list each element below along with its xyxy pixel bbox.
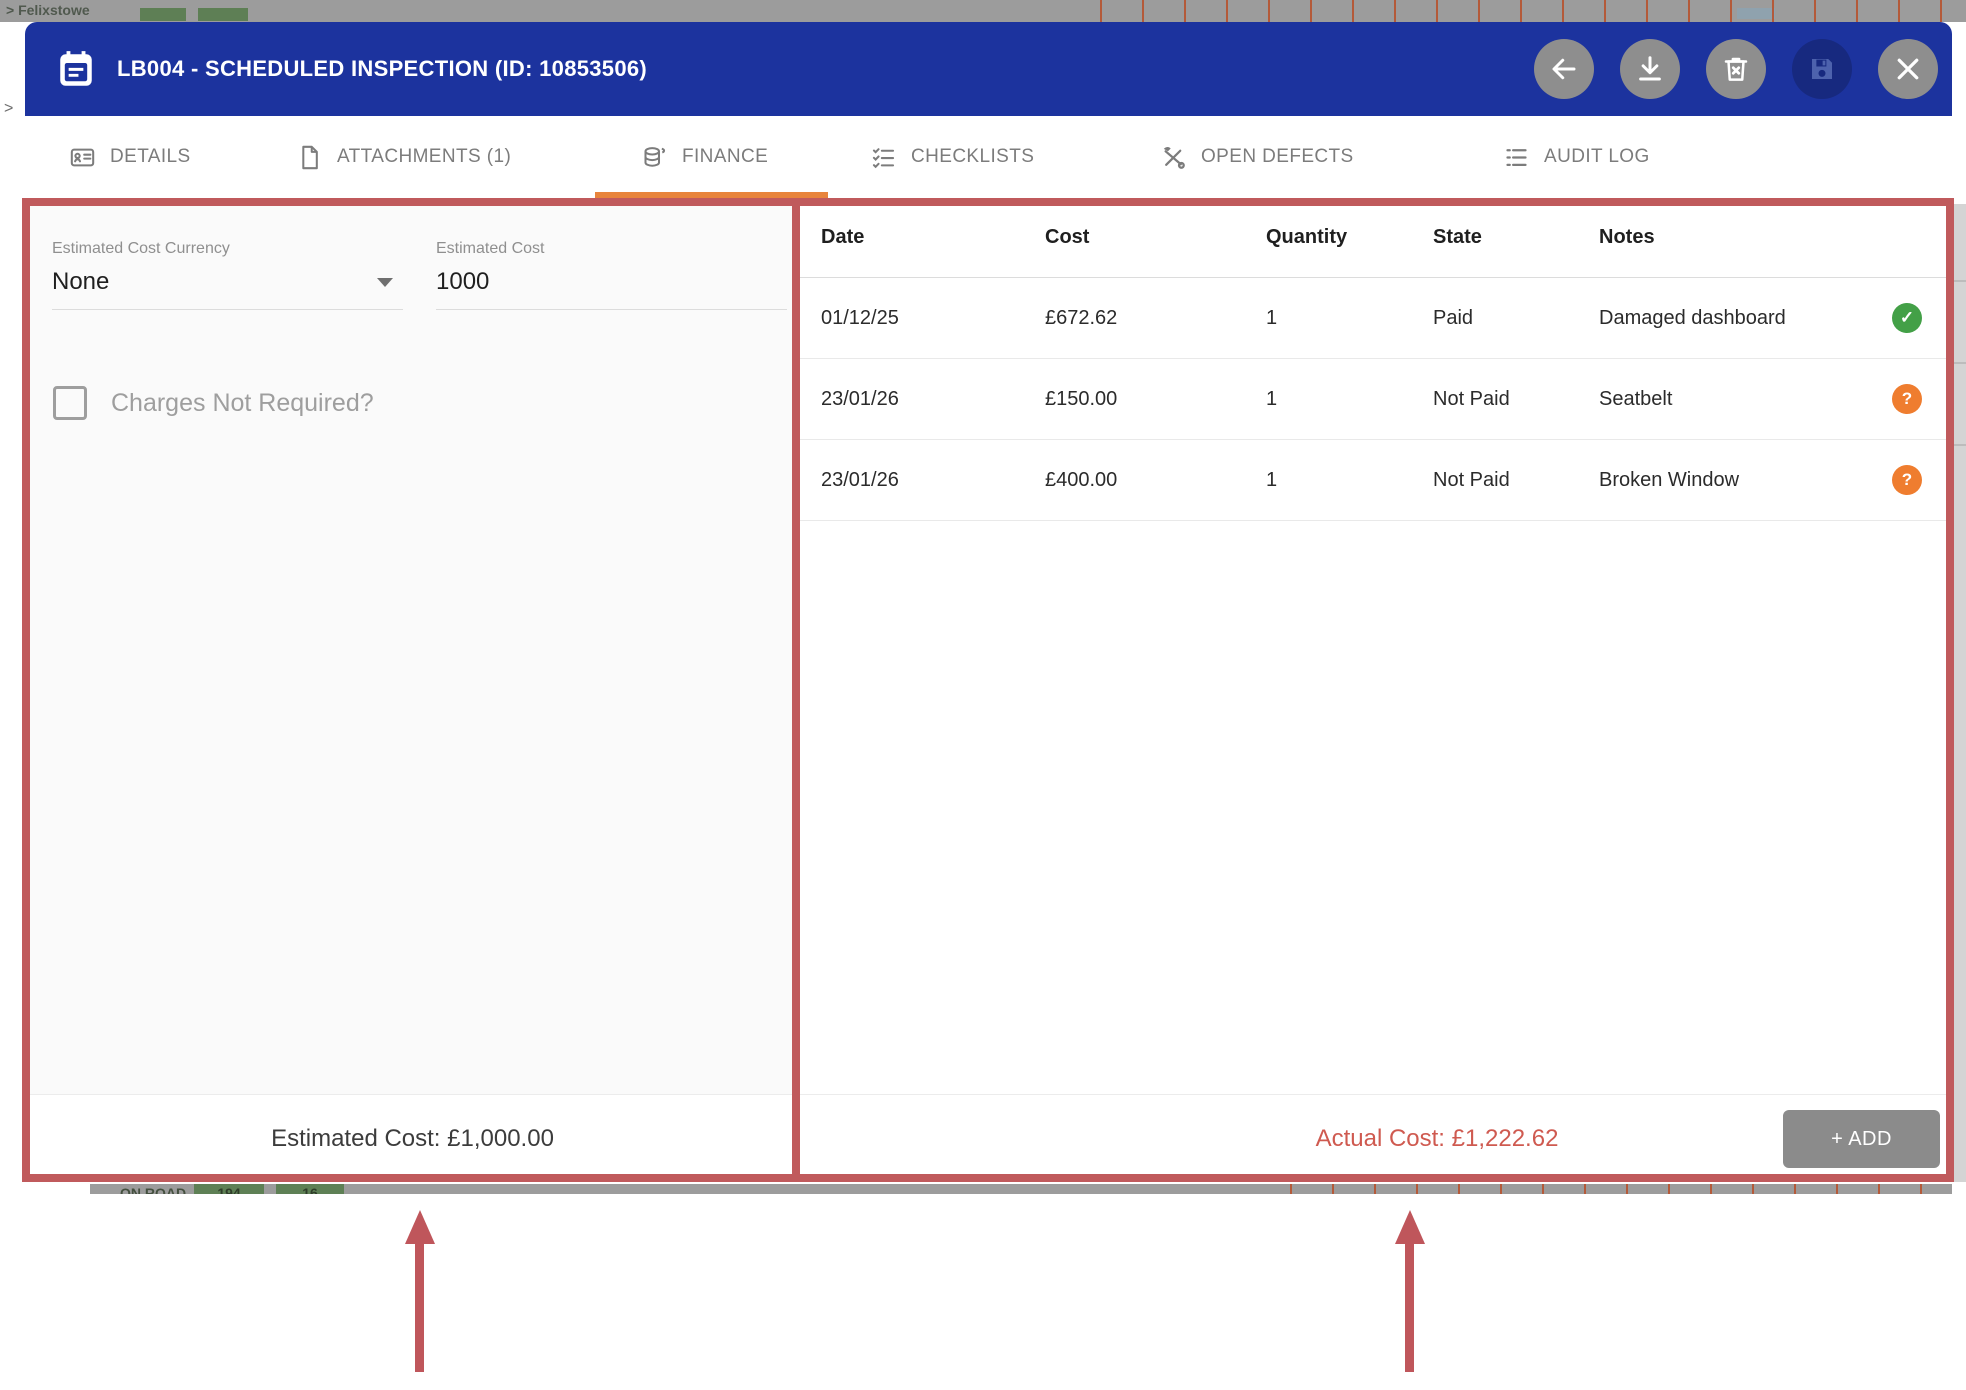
actual-cost-footer: Actual Cost: £1,222.62 + ADD	[800, 1094, 1952, 1182]
charges-not-required-checkbox[interactable]	[53, 386, 87, 420]
cell-date: 01/12/25	[821, 307, 1045, 330]
add-button-label: + ADD	[1831, 1128, 1892, 1151]
currency-select[interactable]: None	[52, 268, 403, 310]
event-clipboard-icon	[55, 48, 97, 90]
background-green-block	[198, 8, 248, 21]
estimated-cost-field-label: Estimated Cost	[436, 240, 787, 258]
tab-audit-log[interactable]: AUDIT LOG	[1503, 116, 1650, 198]
breadcrumb: > Felixstowe	[6, 2, 90, 18]
actual-cost-total: Actual Cost: £1,222.62	[1316, 1125, 1559, 1153]
cell-notes: Damaged dashboard	[1599, 307, 1862, 330]
file-icon	[296, 144, 323, 171]
cell-state: Not Paid	[1433, 469, 1599, 492]
estimated-cost-footer: Estimated Cost: £1,000.00	[25, 1094, 800, 1182]
id-card-icon	[69, 144, 96, 171]
tab-label: OPEN DEFECTS	[1201, 146, 1354, 168]
cell-state: Paid	[1433, 307, 1599, 330]
list-icon	[1503, 144, 1530, 171]
background-row-label: ON ROAD	[120, 1185, 186, 1194]
charges-not-required-label: Charges Not Required?	[111, 389, 374, 418]
charges-table-header: Date Cost Quantity State Notes	[800, 198, 1952, 278]
cell-date: 23/01/26	[821, 388, 1045, 411]
background-timeline-gridlines	[1250, 1184, 1952, 1194]
download-icon	[1635, 54, 1665, 84]
save-button[interactable]	[1792, 39, 1852, 99]
tab-attachments[interactable]: ATTACHMENTS (1)	[296, 116, 511, 198]
table-row[interactable]: 23/01/26 £400.00 1 Not Paid Broken Windo…	[800, 440, 1952, 521]
table-row[interactable]: 23/01/26 £150.00 1 Not Paid Seatbelt ?	[800, 359, 1952, 440]
tab-checklists[interactable]: CHECKLISTS	[870, 116, 1034, 198]
inspection-modal: LB004 - SCHEDULED INSPECTION (ID: 108535…	[25, 22, 1952, 1182]
payment-status-icon: ✓	[1892, 303, 1922, 333]
delete-button[interactable]	[1706, 39, 1766, 99]
tab-finance[interactable]: FINANCE	[641, 116, 768, 198]
tab-label: DETAILS	[110, 146, 191, 168]
trash-x-icon	[1721, 54, 1751, 84]
modal-header: LB004 - SCHEDULED INSPECTION (ID: 108535…	[25, 22, 1952, 116]
estimated-cost-field: Estimated Cost 1000	[436, 240, 787, 310]
currency-field-label: Estimated Cost Currency	[52, 240, 403, 258]
cell-state: Not Paid	[1433, 388, 1599, 411]
currency-selected-value: None	[52, 268, 109, 296]
background-top-strip: > Felixstowe	[0, 0, 1966, 22]
modal-title: LB004 - SCHEDULED INSPECTION (ID: 108535…	[117, 56, 647, 82]
tab-label: FINANCE	[682, 146, 768, 168]
cell-quantity: 1	[1266, 388, 1433, 411]
estimated-cost-input[interactable]: 1000	[436, 268, 787, 310]
close-button[interactable]	[1878, 39, 1938, 99]
tab-bar: DETAILS ATTACHMENTS (1) FINANCE CHECKLIS…	[25, 116, 1952, 198]
annotation-arrow-left	[405, 1210, 435, 1372]
background-green-block	[140, 8, 186, 21]
download-button[interactable]	[1620, 39, 1680, 99]
cell-cost: £672.62	[1045, 307, 1266, 330]
tab-label: ATTACHMENTS (1)	[337, 146, 511, 168]
arrow-left-icon	[1549, 54, 1579, 84]
cell-cost: £150.00	[1045, 388, 1266, 411]
actual-cost-panel: Date Cost Quantity State Notes 01/12/25 …	[800, 198, 1952, 1182]
cell-date: 23/01/26	[821, 469, 1045, 492]
background-timeline-gridlines	[1060, 0, 1966, 22]
annotation-arrow-right	[1395, 1210, 1425, 1372]
cell-quantity: 1	[1266, 469, 1433, 492]
cell-cost: £400.00	[1045, 469, 1266, 492]
tab-label: AUDIT LOG	[1544, 146, 1650, 168]
payment-status-icon: ?	[1892, 465, 1922, 495]
background-bottom-strip: ON ROAD 194 16	[90, 1184, 1952, 1194]
back-button[interactable]	[1534, 39, 1594, 99]
add-charge-button[interactable]: + ADD	[1783, 1110, 1940, 1168]
tab-label: CHECKLISTS	[911, 146, 1034, 168]
cell-notes: Broken Window	[1599, 469, 1862, 492]
estimated-cost-total: Estimated Cost: £1,000.00	[271, 1125, 554, 1153]
background-right-sliver	[1954, 204, 1966, 1182]
column-header-state: State	[1433, 226, 1599, 249]
tab-open-defects[interactable]: OPEN DEFECTS	[1160, 116, 1354, 198]
tab-details[interactable]: DETAILS	[69, 116, 191, 198]
column-header-quantity: Quantity	[1266, 226, 1433, 249]
cell-quantity: 1	[1266, 307, 1433, 330]
coins-icon	[641, 144, 668, 171]
cell-notes: Seatbelt	[1599, 388, 1862, 411]
chevron-down-icon	[377, 278, 393, 287]
table-row[interactable]: 01/12/25 £672.62 1 Paid Damaged dashboar…	[800, 278, 1952, 359]
estimated-cost-panel: Estimated Cost Currency None Estimated C…	[25, 198, 800, 1182]
column-header-date: Date	[821, 226, 1045, 249]
save-floppy-icon	[1807, 54, 1837, 84]
column-header-cost: Cost	[1045, 226, 1266, 249]
background-count-badge: 16	[276, 1184, 344, 1194]
checklist-icon	[870, 144, 897, 171]
crossed-tools-icon	[1160, 144, 1187, 171]
currency-field: Estimated Cost Currency None	[52, 240, 403, 310]
column-header-notes: Notes	[1599, 226, 1862, 249]
payment-status-icon: ?	[1892, 384, 1922, 414]
close-icon	[1893, 54, 1923, 84]
background-count-badge: 194	[194, 1184, 264, 1194]
estimated-cost-value: 1000	[436, 268, 489, 296]
background-chevron: >	[4, 100, 13, 118]
